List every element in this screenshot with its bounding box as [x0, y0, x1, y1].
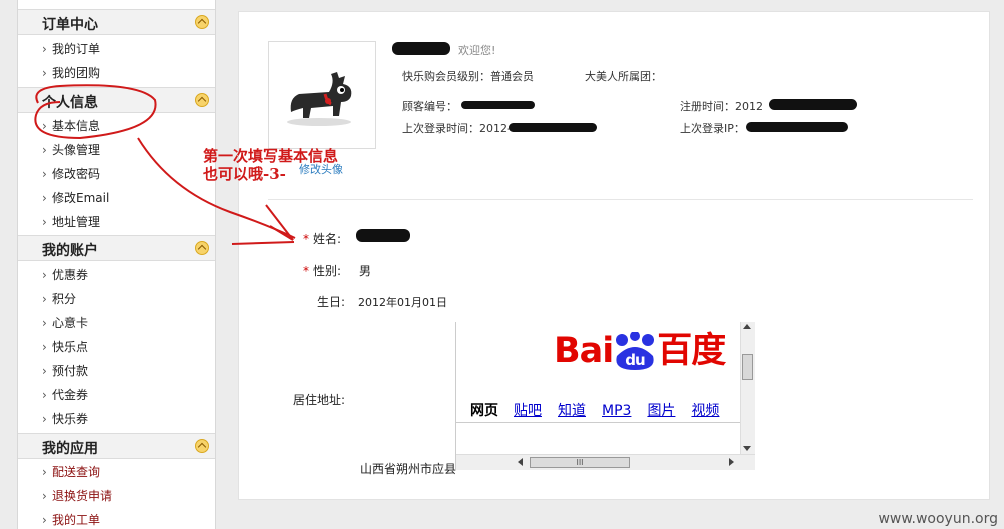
- nav-zhidao[interactable]: 知道: [558, 403, 586, 419]
- chevron-right-icon: ›: [42, 143, 47, 157]
- sidebar-item-my-group-buys[interactable]: › 我的团购: [42, 66, 100, 80]
- chevron-right-icon: ›: [42, 268, 47, 282]
- chevron-right-icon: ›: [42, 119, 47, 133]
- gender-label: * 性别:: [303, 264, 342, 278]
- collapse-toggle-icon[interactable]: [195, 439, 209, 453]
- chevron-right-icon: ›: [42, 316, 47, 330]
- redacted-register-time: [769, 99, 857, 110]
- annotation-text-line2: 也可以哦-3-: [203, 165, 286, 183]
- collapse-toggle-icon[interactable]: [195, 241, 209, 255]
- embedded-baidu-frame[interactable]: Bai du 百度 网页 贴吧 知道 MP3 图片 视频 III: [455, 322, 755, 470]
- baidu-logo: Bai du 百度: [554, 331, 726, 372]
- search-input[interactable]: [456, 422, 741, 423]
- scroll-thumb[interactable]: [742, 354, 753, 380]
- scroll-down-icon[interactable]: [743, 446, 751, 451]
- customer-no-label: 顾客编号：: [402, 100, 457, 113]
- sidebar-item-coupons[interactable]: › 优惠券: [42, 268, 88, 282]
- profile-panel: 修改头像 欢迎您! 快乐购会员级别：普通会员 大美人所属团： 顾客编号： 注册时…: [238, 11, 990, 500]
- redacted-name-value: [356, 229, 410, 242]
- chevron-right-icon: ›: [42, 215, 47, 229]
- sidebar-item-delivery-query[interactable]: › 配送查询: [42, 465, 100, 479]
- chevron-right-icon: ›: [42, 388, 47, 402]
- welcome-text: 欢迎您!: [458, 44, 496, 57]
- chevron-right-icon: ›: [42, 412, 47, 426]
- sidebar-item-avatar[interactable]: › 头像管理: [42, 143, 100, 157]
- sidebar-item-my-orders[interactable]: › 我的订单: [42, 42, 100, 56]
- nav-images[interactable]: 图片: [647, 403, 675, 419]
- scroll-thumb-horizontal[interactable]: III: [530, 457, 630, 468]
- watermark: www.wooyun.org: [878, 511, 998, 527]
- scroll-right-icon[interactable]: [729, 458, 734, 466]
- section-personal-info[interactable]: 个人信息: [18, 87, 215, 113]
- address-value: 山西省朔州市应县: [360, 462, 457, 476]
- sidebar-item-prepaid[interactable]: › 预付款: [42, 364, 88, 378]
- name-label: * 姓名:: [303, 232, 342, 246]
- chevron-right-icon: ›: [42, 167, 47, 181]
- birthday-label: 生日:: [317, 295, 346, 309]
- redacted-customer-no: [461, 101, 535, 109]
- scroll-left-icon[interactable]: [518, 458, 523, 466]
- redacted-last-login-ip: [746, 122, 848, 132]
- section-my-apps[interactable]: 我的应用: [18, 433, 215, 459]
- scroll-up-icon[interactable]: [743, 324, 751, 329]
- collapse-toggle-icon[interactable]: [195, 93, 209, 107]
- section-title: 个人信息: [42, 95, 98, 111]
- group-label: 大美人所属团：: [585, 70, 662, 83]
- last-login-ip-label: 上次登录IP：: [680, 122, 745, 135]
- sidebar-item-basic-info[interactable]: › 基本信息: [42, 119, 100, 133]
- annotation-text-line1: 第一次填写基本信息: [203, 147, 339, 165]
- chevron-right-icon: ›: [42, 340, 47, 354]
- chevron-right-icon: ›: [42, 465, 47, 479]
- nav-video[interactable]: 视频: [691, 403, 719, 419]
- address-label: 居住地址:: [293, 393, 346, 407]
- redacted-last-login-time: [509, 123, 597, 132]
- nav-tieba[interactable]: 贴吧: [514, 403, 542, 419]
- chevron-right-icon: ›: [42, 513, 47, 527]
- sidebar-item-happy-vouchers[interactable]: › 快乐券: [42, 412, 88, 426]
- divider: [268, 199, 973, 200]
- chevron-right-icon: ›: [42, 364, 47, 378]
- paw-icon: du: [613, 331, 657, 372]
- section-title: 我的应用: [42, 441, 98, 457]
- sidebar-item-address[interactable]: › 地址管理: [42, 215, 100, 229]
- redacted-username: [392, 42, 450, 55]
- section-title: 订单中心: [42, 17, 98, 33]
- chevron-right-icon: ›: [42, 191, 47, 205]
- sidebar-item-vouchers[interactable]: › 代金券: [42, 388, 88, 402]
- chevron-right-icon: ›: [42, 66, 47, 80]
- sidebar-item-gift-card[interactable]: › 心意卡: [42, 316, 88, 330]
- register-time: 注册时间：2012: [680, 100, 763, 113]
- chevron-right-icon: ›: [42, 489, 47, 503]
- chevron-right-icon: ›: [42, 42, 47, 56]
- sidebar-item-returns[interactable]: › 退换货申请: [42, 489, 112, 503]
- sidebar-item-happy-points[interactable]: › 快乐点: [42, 340, 88, 354]
- horizontal-scrollbar[interactable]: III: [456, 454, 755, 470]
- sidebar-nav: 订单中心 › 我的订单 › 我的团购 个人信息 › 基本信息 › 头像管理 › 修改密码 …: [17, 0, 216, 529]
- nav-web[interactable]: 网页: [470, 403, 498, 419]
- paw-label: du: [626, 351, 646, 369]
- birthday-value: 2012年01月01日: [358, 296, 447, 309]
- scottie-dog-avatar-icon: [287, 72, 352, 126]
- avatar[interactable]: [268, 41, 376, 149]
- last-login-time: 上次登录时间：2012-: [402, 122, 511, 135]
- baidu-nav: 网页 贴吧 知道 MP3 图片 视频: [470, 400, 735, 420]
- member-level: 快乐购会员级别：普通会员: [402, 70, 534, 83]
- gender-value: 男: [359, 264, 372, 278]
- section-order-center[interactable]: 订单中心: [18, 9, 215, 35]
- section-title: 我的账户: [42, 243, 98, 259]
- chevron-right-icon: ›: [42, 292, 47, 306]
- collapse-toggle-icon[interactable]: [195, 15, 209, 29]
- section-my-account[interactable]: 我的账户: [18, 235, 215, 261]
- sidebar-item-points[interactable]: › 积分: [42, 292, 76, 306]
- vertical-scrollbar[interactable]: [740, 322, 755, 454]
- nav-mp3[interactable]: MP3: [602, 403, 631, 419]
- sidebar-item-my-tickets[interactable]: › 我的工单: [42, 513, 100, 527]
- sidebar-item-email[interactable]: › 修改Email: [42, 191, 109, 205]
- sidebar-item-password[interactable]: › 修改密码: [42, 167, 100, 181]
